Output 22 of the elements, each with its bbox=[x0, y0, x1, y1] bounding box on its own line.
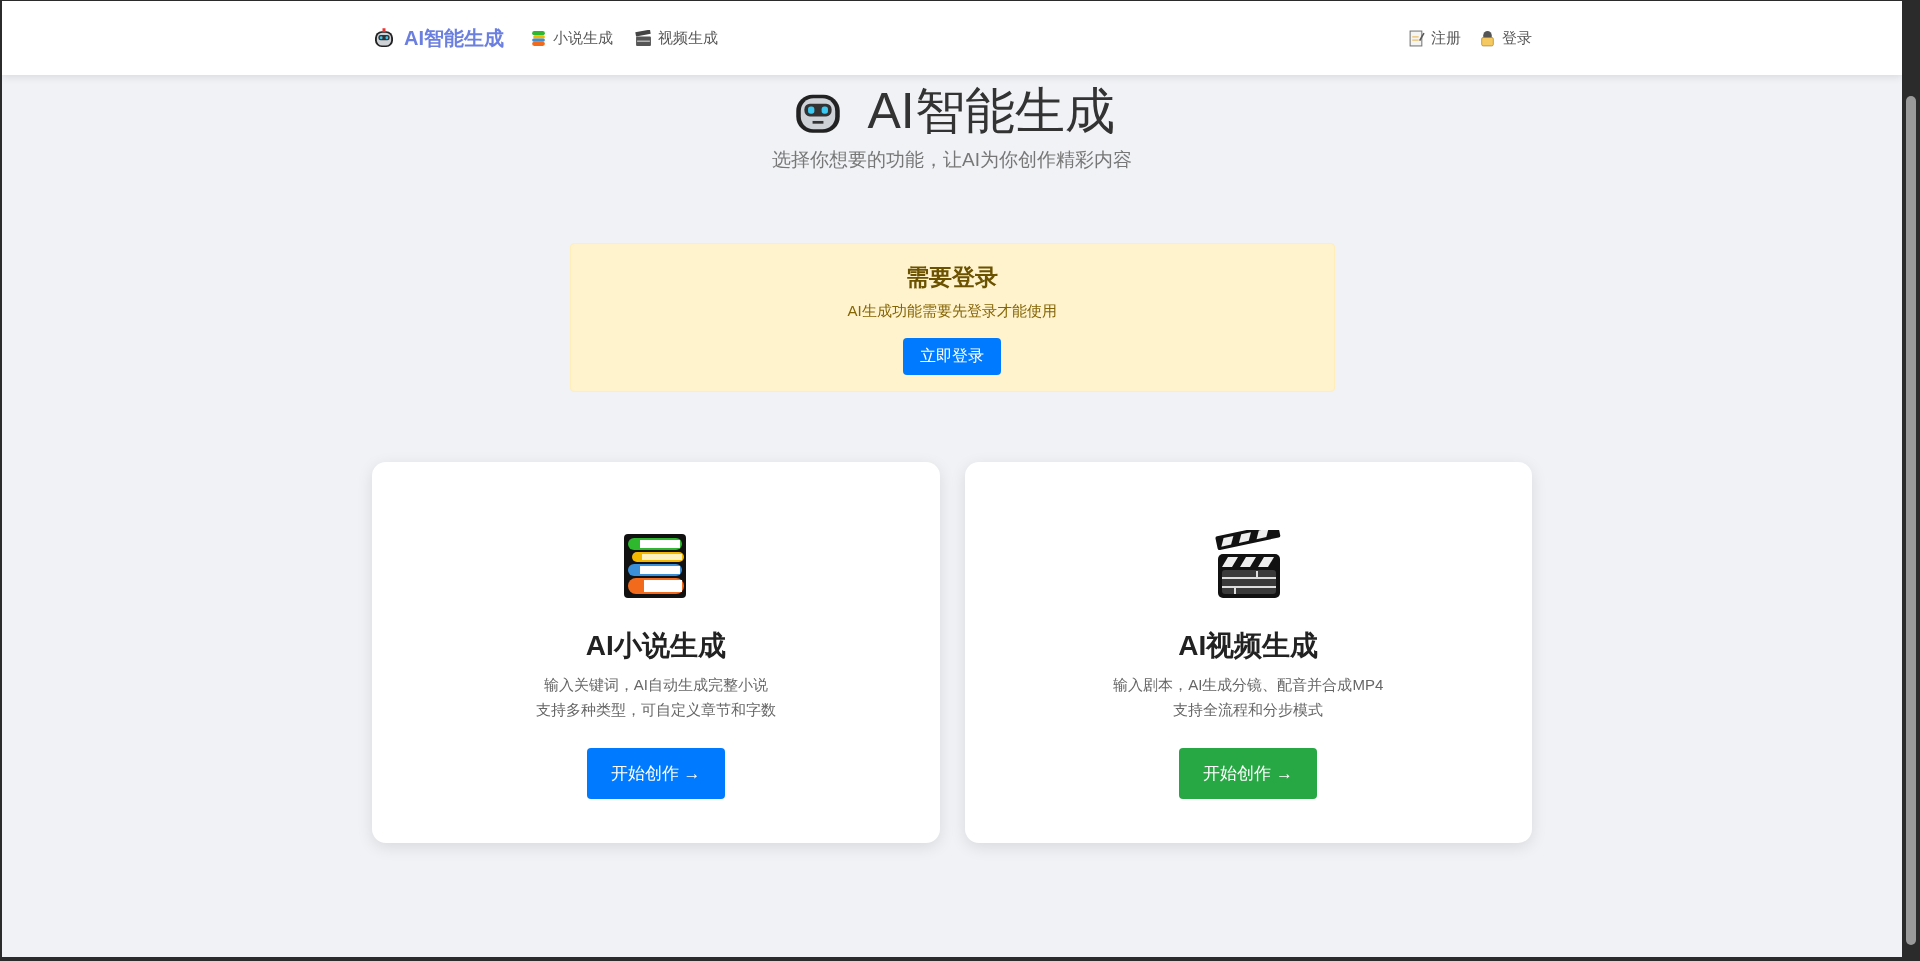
lock-icon bbox=[1479, 29, 1496, 47]
login-now-button[interactable]: 立即登录 bbox=[903, 338, 1001, 375]
hero-subtitle: 选择你想要的功能，让AI为你创作精彩内容 bbox=[771, 148, 1133, 172]
memo-icon bbox=[1408, 29, 1425, 47]
robot-icon bbox=[372, 26, 396, 50]
hero-title: AI智能生成 bbox=[867, 82, 1115, 141]
card-description: 输入剧本，AI生成分镜、配音并合成MP4 bbox=[1113, 675, 1384, 695]
clapperboard-icon bbox=[635, 29, 652, 47]
nav-link[interactable]: 注册 bbox=[1408, 28, 1461, 48]
card-description: 输入关键词，AI自动生成完整小说 bbox=[543, 675, 768, 695]
nav-link[interactable]: 视频生成 bbox=[635, 28, 718, 48]
card-description: 支持多种类型，可自定义章节和字数 bbox=[535, 700, 776, 720]
nav-link[interactable]: 登录 bbox=[1479, 28, 1532, 48]
card-title: AI视频生成 bbox=[1178, 629, 1319, 663]
card-title: AI小说生成 bbox=[585, 629, 726, 663]
books-icon bbox=[530, 29, 547, 47]
nav-link[interactable]: 小说生成 bbox=[530, 28, 613, 48]
notice-text: AI生成功能需要先登录才能使用 bbox=[846, 301, 1058, 321]
card-description: 支持全流程和分步模式 bbox=[1173, 700, 1324, 720]
brand-link[interactable]: AI智能生成 bbox=[372, 24, 504, 52]
start-creating-button[interactable]: 开始创作 → bbox=[586, 748, 725, 799]
notice-title: 需要登录 bbox=[905, 263, 999, 292]
